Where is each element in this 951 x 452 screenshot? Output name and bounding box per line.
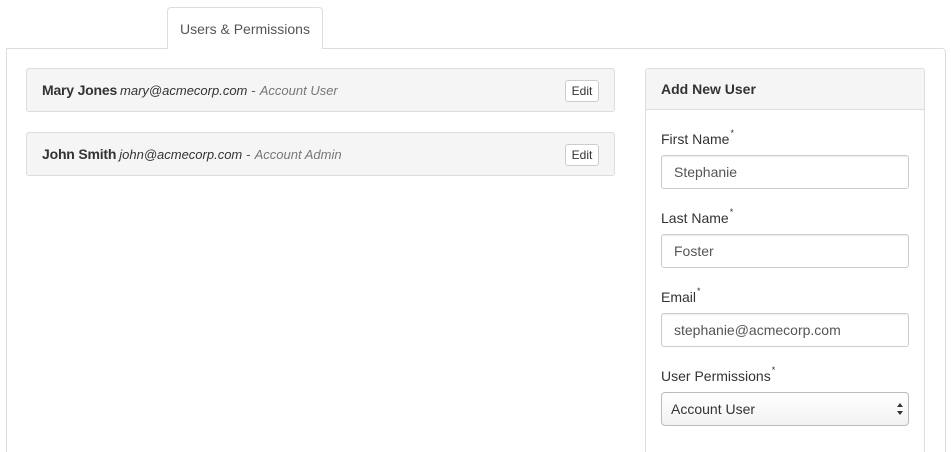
- add-user-panel: Add New User First Name* Last Name* Emai…: [645, 68, 925, 452]
- separator: -: [246, 146, 251, 162]
- user-role: Account User: [259, 82, 338, 98]
- permissions-label: User Permissions*: [661, 365, 776, 384]
- user-row: Mary Jones mary@acmecorp.com - Account U…: [26, 68, 615, 112]
- tab-users-permissions[interactable]: Users & Permissions: [167, 7, 323, 49]
- first-name-label: First Name*: [661, 128, 734, 147]
- up-down-caret-icon: [897, 403, 903, 415]
- email-label: Email*: [661, 286, 701, 305]
- last-name-label-text: Last Name: [661, 210, 729, 226]
- last-name-label: Last Name*: [661, 207, 734, 226]
- user-name: John Smith: [42, 146, 117, 162]
- separator: -: [251, 82, 256, 98]
- user-email: mary@acmecorp.com: [120, 82, 248, 98]
- email-field[interactable]: [661, 313, 909, 347]
- user-row: John Smith john@acmecorp.com - Account A…: [26, 132, 615, 176]
- selected-permission: Account User: [671, 401, 756, 417]
- first-name-label-text: First Name: [661, 131, 730, 147]
- panel-title: Add New User: [646, 69, 924, 110]
- user-name: Mary Jones: [42, 82, 118, 98]
- first-name-field[interactable]: [661, 155, 909, 189]
- last-name-field[interactable]: [661, 234, 909, 268]
- required-marker: *: [771, 365, 776, 375]
- required-marker: *: [697, 286, 701, 296]
- edit-user-button[interactable]: Edit: [565, 80, 599, 102]
- user-role: Account Admin: [254, 146, 342, 162]
- user-permissions-select[interactable]: Account User: [661, 392, 909, 426]
- required-marker: *: [730, 128, 734, 138]
- users-permissions-page: Users & Permissions Mary Jones mary@acme…: [0, 0, 951, 452]
- edit-user-button[interactable]: Edit: [565, 144, 599, 166]
- user-email: john@acmecorp.com: [119, 146, 243, 162]
- tab-label: Users & Permissions: [180, 20, 310, 37]
- email-label-text: Email: [661, 289, 697, 305]
- permissions-label-text: User Permissions: [661, 368, 771, 384]
- required-marker: *: [729, 207, 734, 217]
